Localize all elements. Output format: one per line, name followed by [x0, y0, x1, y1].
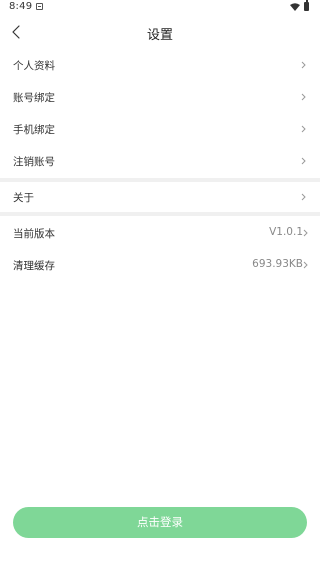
row-label: 关于 [13, 192, 34, 204]
row-label: 当前版本 [13, 228, 55, 240]
row-label: 注销账号 [13, 156, 55, 168]
chevron-right-icon [301, 193, 306, 201]
cache-size-value: 693.93KB [252, 258, 303, 270]
list-item-about[interactable]: 关于 [0, 182, 320, 214]
version-value: V1.0.1 [269, 226, 303, 238]
list-item-clear-cache[interactable]: 清理缓存 693.93KB [0, 250, 320, 282]
row-label: 手机绑定 [13, 124, 55, 136]
notification-icon [36, 3, 43, 10]
list-item-delete-account[interactable]: 注销账号 [0, 146, 320, 178]
battery-icon [304, 0, 309, 11]
list-item-phone-binding[interactable]: 手机绑定 [0, 114, 320, 146]
status-bar: 8:49 [0, 0, 320, 16]
chevron-right-icon [301, 61, 306, 69]
settings-screen: 8:49 设置 个人资料 账号绑定 手机绑定 注销账号 关于 当前版本 V1.0… [0, 0, 320, 569]
chevron-right-icon [301, 157, 306, 165]
chevron-right-icon [303, 229, 308, 237]
header: 设置 [0, 16, 320, 50]
page-title: 设置 [146, 28, 173, 43]
row-label: 个人资料 [13, 60, 55, 72]
list-item-account-binding[interactable]: 账号绑定 [0, 82, 320, 114]
row-label: 账号绑定 [13, 92, 55, 104]
row-label: 清理缓存 [13, 260, 55, 272]
chevron-right-icon [301, 125, 306, 133]
wifi-icon [290, 3, 300, 11]
list-item-profile[interactable]: 个人资料 [0, 50, 320, 82]
chevron-right-icon [303, 261, 308, 269]
list-item-current-version[interactable]: 当前版本 V1.0.1 [0, 218, 320, 250]
login-button[interactable]: 点击登录 [13, 507, 307, 538]
section-divider [0, 212, 320, 216]
status-time: 8:49 [9, 1, 33, 12]
chevron-right-icon [301, 93, 306, 101]
